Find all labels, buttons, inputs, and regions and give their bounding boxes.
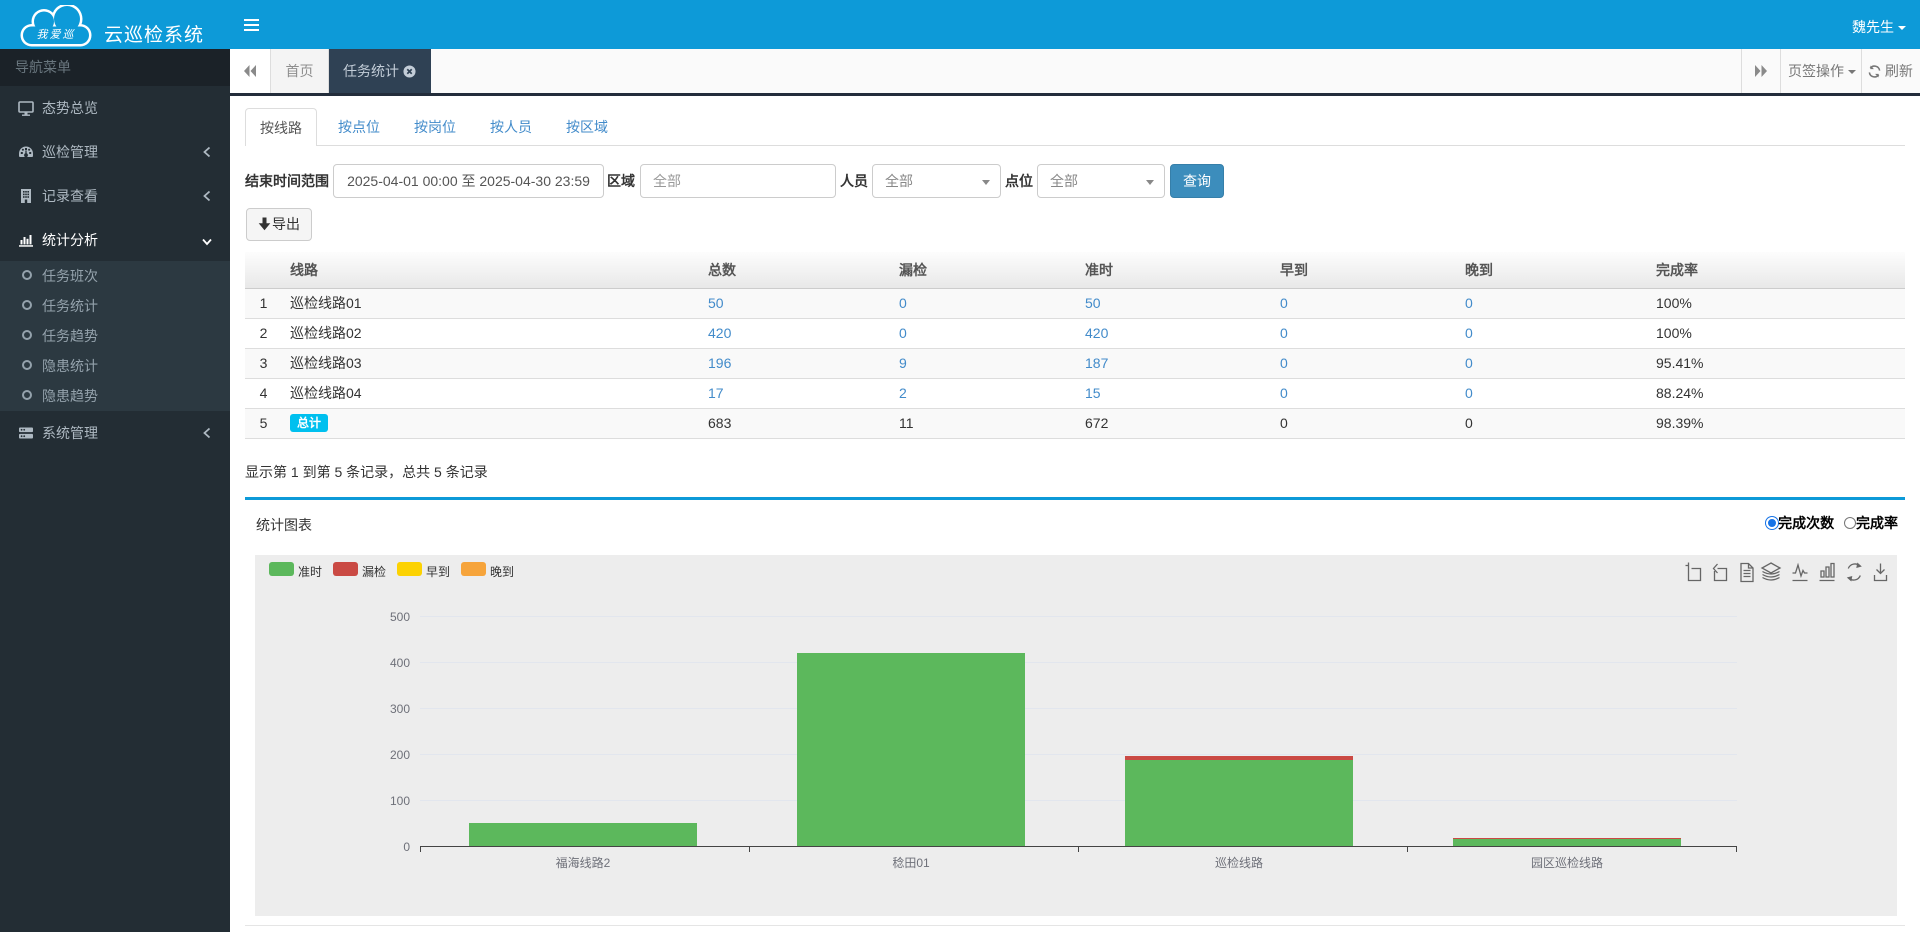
svg-text:我爱巡: 我爱巡 <box>37 28 76 41</box>
